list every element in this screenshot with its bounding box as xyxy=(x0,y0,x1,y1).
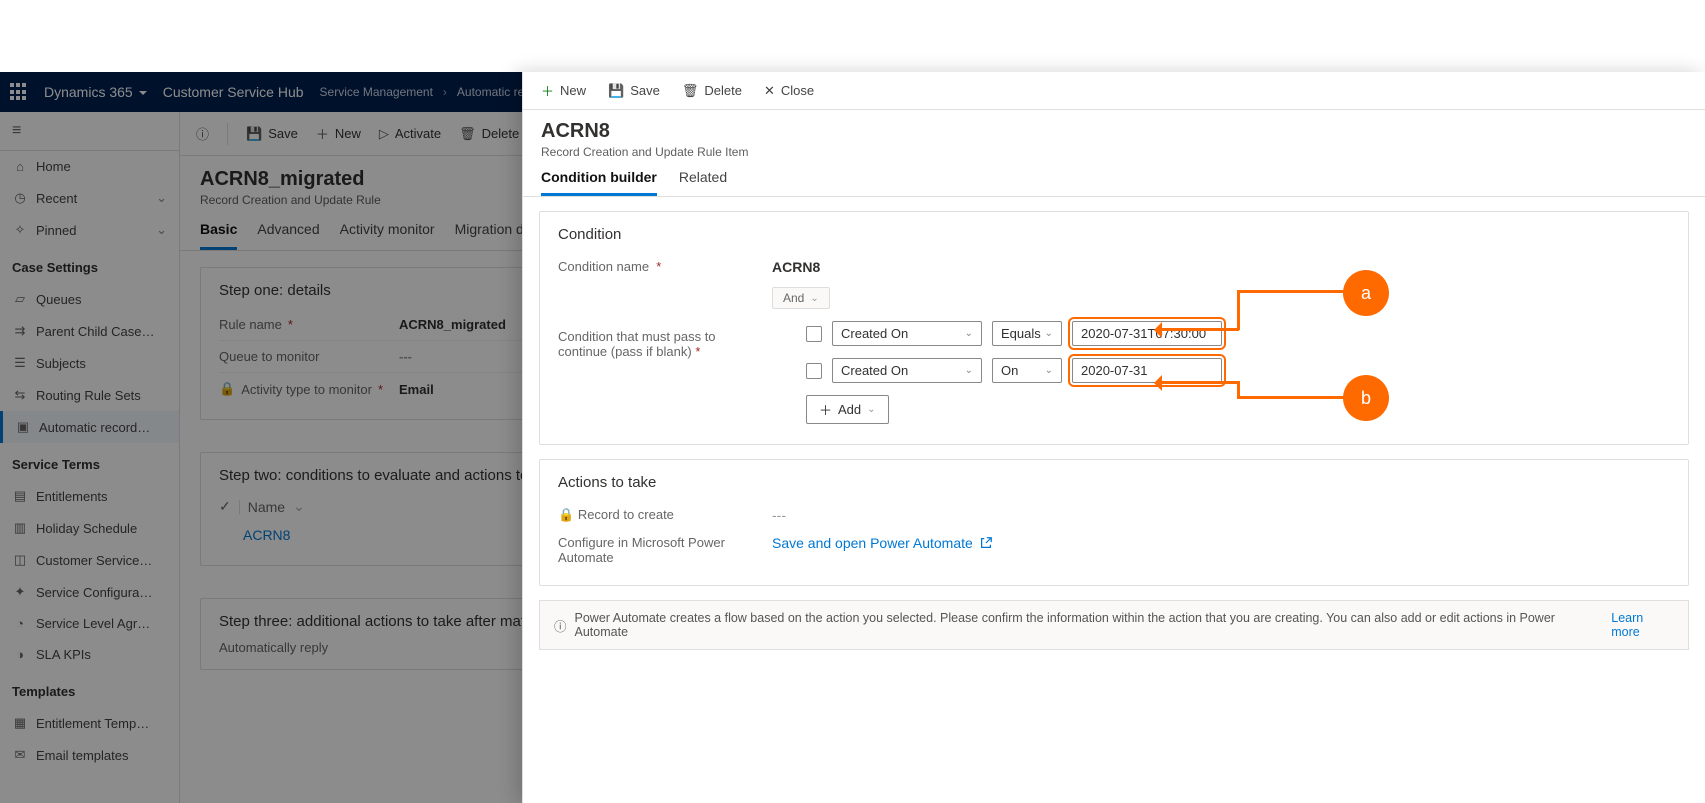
callout-line-b xyxy=(1159,381,1239,384)
app-launcher-icon[interactable] xyxy=(10,83,28,101)
queue-value[interactable]: --- xyxy=(399,349,412,364)
nav-subjects[interactable]: ☰Subjects xyxy=(0,347,179,379)
nav-service-config[interactable]: ✦Service Configura… xyxy=(0,576,179,608)
callout-badge-a: a xyxy=(1343,270,1389,316)
nav-group-templates: Templates xyxy=(0,670,179,707)
panel-delete-button[interactable]: 🗑Delete xyxy=(682,83,742,99)
external-link-icon xyxy=(979,536,993,550)
row-a-operator-dropdown[interactable]: Equals⌄ xyxy=(992,321,1062,346)
rule-name-value[interactable]: ACRN8_migrated xyxy=(399,317,506,332)
record-to-create-label: Record to create xyxy=(578,507,674,522)
activity-label: Activity type to monitor xyxy=(241,382,372,397)
learn-more-link[interactable]: Learn more xyxy=(1611,611,1674,639)
check-all-icon[interactable]: ✓ xyxy=(219,498,231,515)
callout-riser-a xyxy=(1237,290,1240,330)
condition-name-label: Condition name xyxy=(558,259,649,274)
tab-advanced[interactable]: Advanced xyxy=(257,211,319,250)
configure-pa-label: Configure in Microsoft Power Automate xyxy=(558,535,758,565)
nav-entitlement-temp[interactable]: ▦Entitlement Temp… xyxy=(0,707,179,739)
callout-line-a xyxy=(1159,328,1239,331)
and-group-pill[interactable]: And⌄ xyxy=(772,287,830,309)
panel-new-button[interactable]: ＋New xyxy=(541,81,586,100)
nav-group-service: Service Terms xyxy=(0,443,179,480)
condition-pass-label: Condition that must pass to continue (pa… xyxy=(558,329,716,359)
rule-name-label: Rule name xyxy=(219,317,282,332)
nav-recent[interactable]: ◷Recent⌄ xyxy=(0,182,179,214)
tab-condition-builder[interactable]: Condition builder xyxy=(541,161,657,196)
condition-row-b: Created On⌄ On⌄ 2020-07-31 xyxy=(806,358,1670,383)
nav-group-case: Case Settings xyxy=(0,246,179,283)
queue-label: Queue to monitor xyxy=(219,349,319,364)
app-name[interactable]: Customer Service Hub xyxy=(163,84,304,100)
condition-name-value[interactable]: ACRN8 xyxy=(772,259,820,275)
nav-home[interactable]: ⌂Home xyxy=(0,151,179,182)
hamburger-icon[interactable]: ≡ xyxy=(0,112,179,151)
condition-section: Condition Condition name * ACRN8 Conditi… xyxy=(539,211,1689,445)
tab-basic[interactable]: Basic xyxy=(200,211,237,250)
lock-icon: 🔒 xyxy=(558,507,574,522)
nav-parent-child[interactable]: ⇉Parent Child Case… xyxy=(0,315,179,347)
left-nav: ≡ ⌂Home ◷Recent⌄ ✧Pinned⌄ Case Settings … xyxy=(0,112,180,803)
nav-holiday[interactable]: ▥Holiday Schedule xyxy=(0,512,179,544)
tab-activity-monitor[interactable]: Activity monitor xyxy=(340,211,435,250)
row-b-checkbox[interactable] xyxy=(806,363,822,379)
cmd-save[interactable]: 💾Save xyxy=(246,126,298,142)
callout-badge-b: b xyxy=(1343,375,1389,421)
nav-entitlements[interactable]: ▤Entitlements xyxy=(0,480,179,512)
nav-customer-service[interactable]: ◫Customer Service… xyxy=(0,544,179,576)
row-a-field-dropdown[interactable]: Created On⌄ xyxy=(832,321,982,346)
callout-top-a xyxy=(1237,290,1347,293)
info-icon[interactable]: ⓘ xyxy=(196,124,209,143)
row-a-checkbox[interactable] xyxy=(806,326,822,342)
record-to-create-value[interactable]: --- xyxy=(772,507,786,523)
nav-pinned[interactable]: ✧Pinned⌄ xyxy=(0,214,179,246)
nav-sla-kpis[interactable]: ◑SLA KPIs xyxy=(0,639,179,670)
actions-section: Actions to take 🔒 Record to create --- C… xyxy=(539,459,1689,586)
panel-tabs: Condition builder Related xyxy=(523,161,1705,197)
lock-icon: 🔒 xyxy=(219,381,235,397)
info-strip: ⓘ Power Automate creates a flow based on… xyxy=(539,600,1689,650)
cmd-delete[interactable]: 🗑Delete xyxy=(459,126,519,142)
cmd-activate[interactable]: ▷Activate xyxy=(379,126,441,142)
nav-automatic-record[interactable]: ▣Automatic record… xyxy=(0,411,179,443)
panel-title: ACRN8 xyxy=(541,120,1687,143)
tab-related[interactable]: Related xyxy=(679,161,727,196)
panel-command-bar: ＋New 💾Save 🗑Delete ✕Close xyxy=(523,72,1705,110)
panel-close-button[interactable]: ✕Close xyxy=(764,83,814,99)
activity-value[interactable]: Email xyxy=(399,382,434,397)
open-power-automate-link[interactable]: Save and open Power Automate xyxy=(772,535,993,551)
callout-top-b xyxy=(1237,396,1347,399)
panel-save-button[interactable]: 💾Save xyxy=(608,83,660,99)
nav-routing[interactable]: ⇆Routing Rule Sets xyxy=(0,379,179,411)
add-condition-button[interactable]: ＋Add⌄ xyxy=(806,395,889,424)
info-icon: ⓘ xyxy=(554,616,567,635)
nav-email-templates[interactable]: ✉Email templates xyxy=(0,739,179,771)
product-name[interactable]: Dynamics 365 xyxy=(44,84,147,100)
nav-queues[interactable]: ▱Queues xyxy=(0,283,179,315)
nav-sla[interactable]: ◔Service Level Agr… xyxy=(0,608,179,639)
rule-item-panel: ＋New 💾Save 🗑Delete ✕Close ACRN8 Record C… xyxy=(522,72,1705,803)
cmd-new[interactable]: ＋New xyxy=(316,124,361,143)
row-b-field-dropdown[interactable]: Created On⌄ xyxy=(832,358,982,383)
panel-subtitle: Record Creation and Update Rule Item xyxy=(541,145,1687,159)
row-b-operator-dropdown[interactable]: On⌄ xyxy=(992,358,1062,383)
